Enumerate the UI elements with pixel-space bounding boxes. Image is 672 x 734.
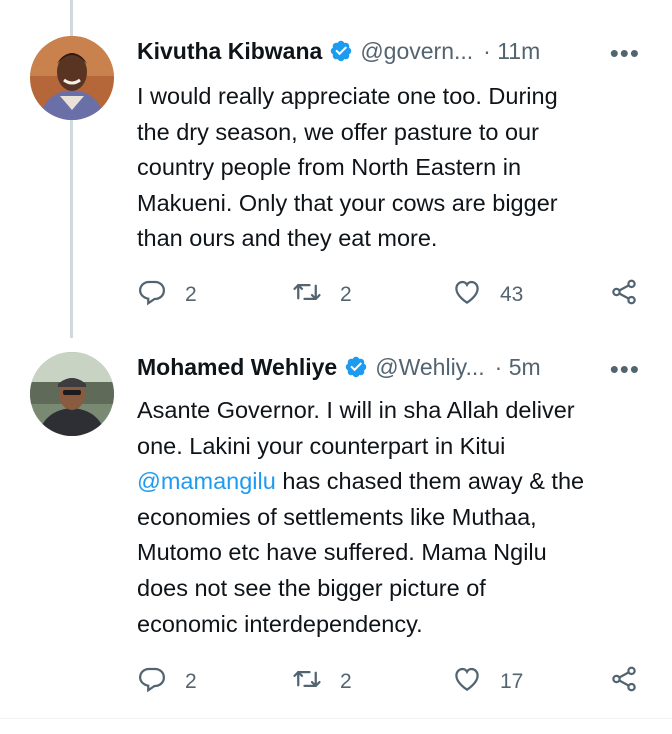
- display-name[interactable]: Mohamed Wehliye: [137, 354, 337, 381]
- reply-button[interactable]: 2: [137, 664, 197, 700]
- avatar[interactable]: [30, 352, 114, 436]
- share-button[interactable]: [609, 277, 639, 313]
- tweet-actions: 2 2 43: [137, 277, 647, 311]
- tweet-text-line: economies of settlements like Muthaa,: [137, 503, 537, 530]
- reply-button[interactable]: 2: [137, 277, 197, 313]
- tweet-text-line: Makueni. Only that your cows are bigger: [137, 189, 558, 216]
- timestamp[interactable]: · 5m: [495, 354, 541, 381]
- tweet-text-line: one. Lakini your counterpart in Kitui: [137, 432, 506, 459]
- verified-badge-icon: [344, 355, 368, 379]
- heart-icon: [452, 664, 482, 700]
- tweet-header: Kivutha Kibwana @govern... · 11m: [137, 36, 540, 66]
- reply-count: 2: [185, 283, 197, 306]
- tweet-text-line: I would really appreciate one too. Durin…: [137, 83, 558, 109]
- retweet-count: 2: [340, 670, 352, 693]
- tweet-text-line: Asante Governor. I will in sha Allah del…: [137, 397, 575, 423]
- divider: [0, 718, 672, 719]
- share-icon: [609, 664, 639, 700]
- tweet-actions: 2 2 17: [137, 664, 647, 698]
- tweet-text: I would really appreciate one too. Durin…: [137, 79, 647, 257]
- tweet-text-line: Mutomo etc have suffered. Mama Ngilu: [137, 539, 547, 566]
- like-button[interactable]: 43: [452, 277, 523, 313]
- display-name[interactable]: Kivutha Kibwana: [137, 38, 322, 65]
- share-button[interactable]: [609, 664, 639, 700]
- more-dots-icon[interactable]: •••: [610, 356, 640, 382]
- retweet-icon: [292, 664, 322, 700]
- user-handle[interactable]: @govern...: [360, 38, 473, 65]
- retweet-button[interactable]: 2: [292, 277, 352, 313]
- tweet-text-fragment: has chased them away & the: [275, 468, 585, 495]
- retweet-count: 2: [340, 283, 352, 306]
- retweet-button[interactable]: 2: [292, 664, 352, 700]
- like-count: 43: [500, 283, 524, 306]
- tweet-text-line: does not see the bigger picture of: [137, 574, 486, 601]
- tweet-text-line: country people from North Eastern in: [137, 154, 522, 181]
- tweet-text-line: @mamangilu has chased them away & the: [137, 464, 647, 500]
- like-count: 17: [500, 670, 524, 693]
- mention-link[interactable]: @mamangilu: [137, 468, 276, 494]
- tweet-text: Asante Governor. I will in sha Allah del…: [137, 393, 647, 642]
- user-handle[interactable]: @Wehliy...: [375, 354, 484, 381]
- tweet-text-line: economic interdependency.: [137, 610, 423, 637]
- reply-bubble-icon: [137, 277, 167, 313]
- more-dots-icon[interactable]: •••: [610, 40, 640, 66]
- tweet-mohamed[interactable]: Mohamed Wehliye @Wehliy... · 5m ••• Asan…: [0, 340, 672, 718]
- timestamp[interactable]: · 11m: [483, 38, 540, 65]
- share-icon: [609, 277, 639, 313]
- heart-icon: [452, 277, 482, 313]
- reply-bubble-icon: [137, 664, 167, 700]
- reply-count: 2: [185, 670, 197, 693]
- tweet-text-line: than ours and they eat more.: [137, 225, 438, 252]
- like-button[interactable]: 17: [452, 664, 523, 700]
- tweet-header: Mohamed Wehliye @Wehliy... · 5m: [137, 352, 541, 382]
- verified-badge-icon: [329, 39, 353, 63]
- tweet-text-line: the dry season, we offer pasture to our: [137, 118, 539, 145]
- retweet-icon: [292, 277, 322, 313]
- avatar[interactable]: [30, 36, 114, 120]
- tweet-kivutha[interactable]: Kivutha Kibwana @govern... · 11m ••• I w…: [0, 0, 672, 340]
